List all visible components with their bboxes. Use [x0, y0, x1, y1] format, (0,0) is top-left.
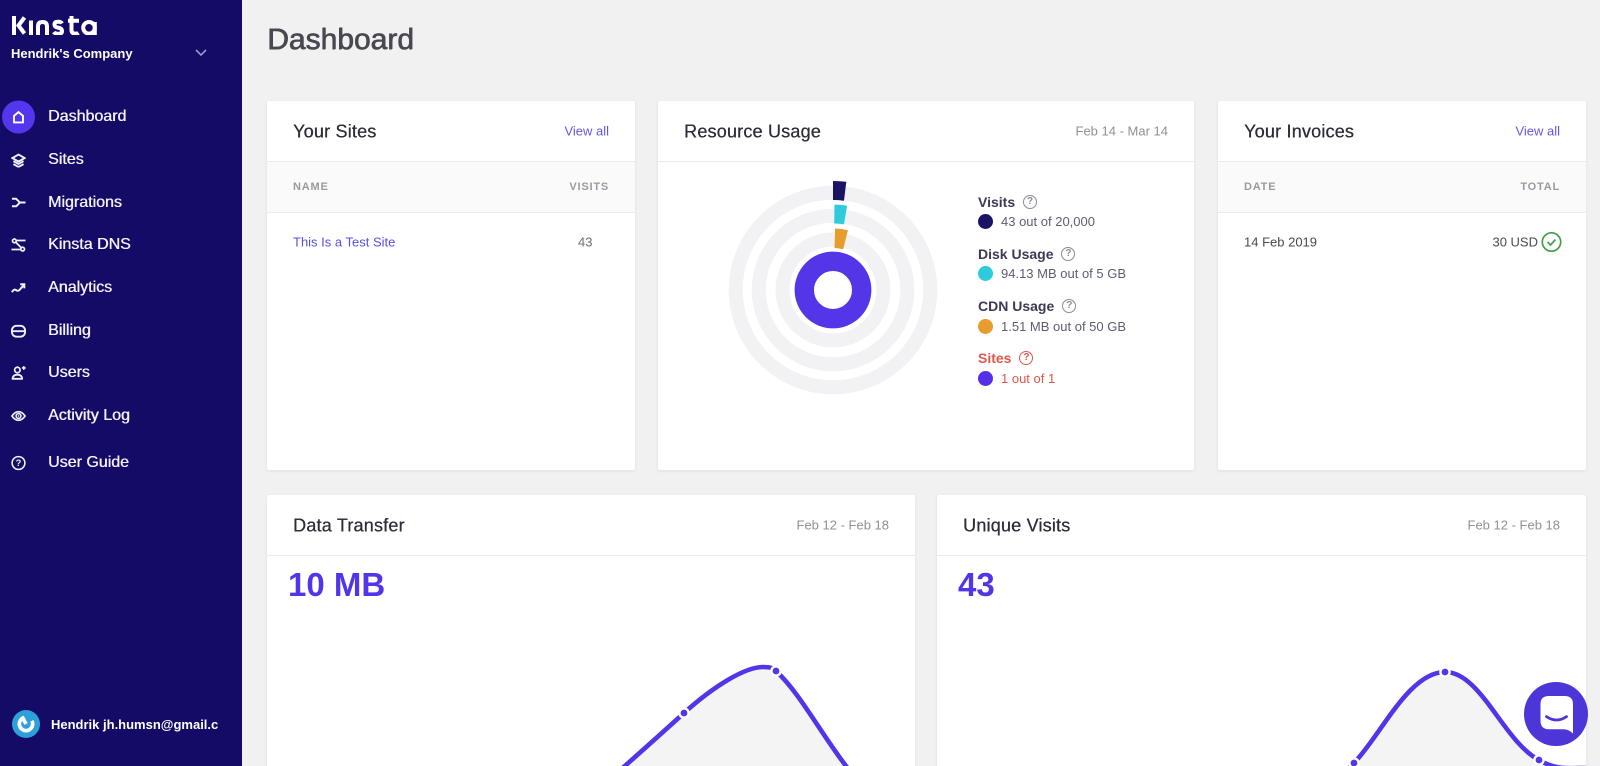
svg-text:?: ? — [16, 458, 22, 468]
